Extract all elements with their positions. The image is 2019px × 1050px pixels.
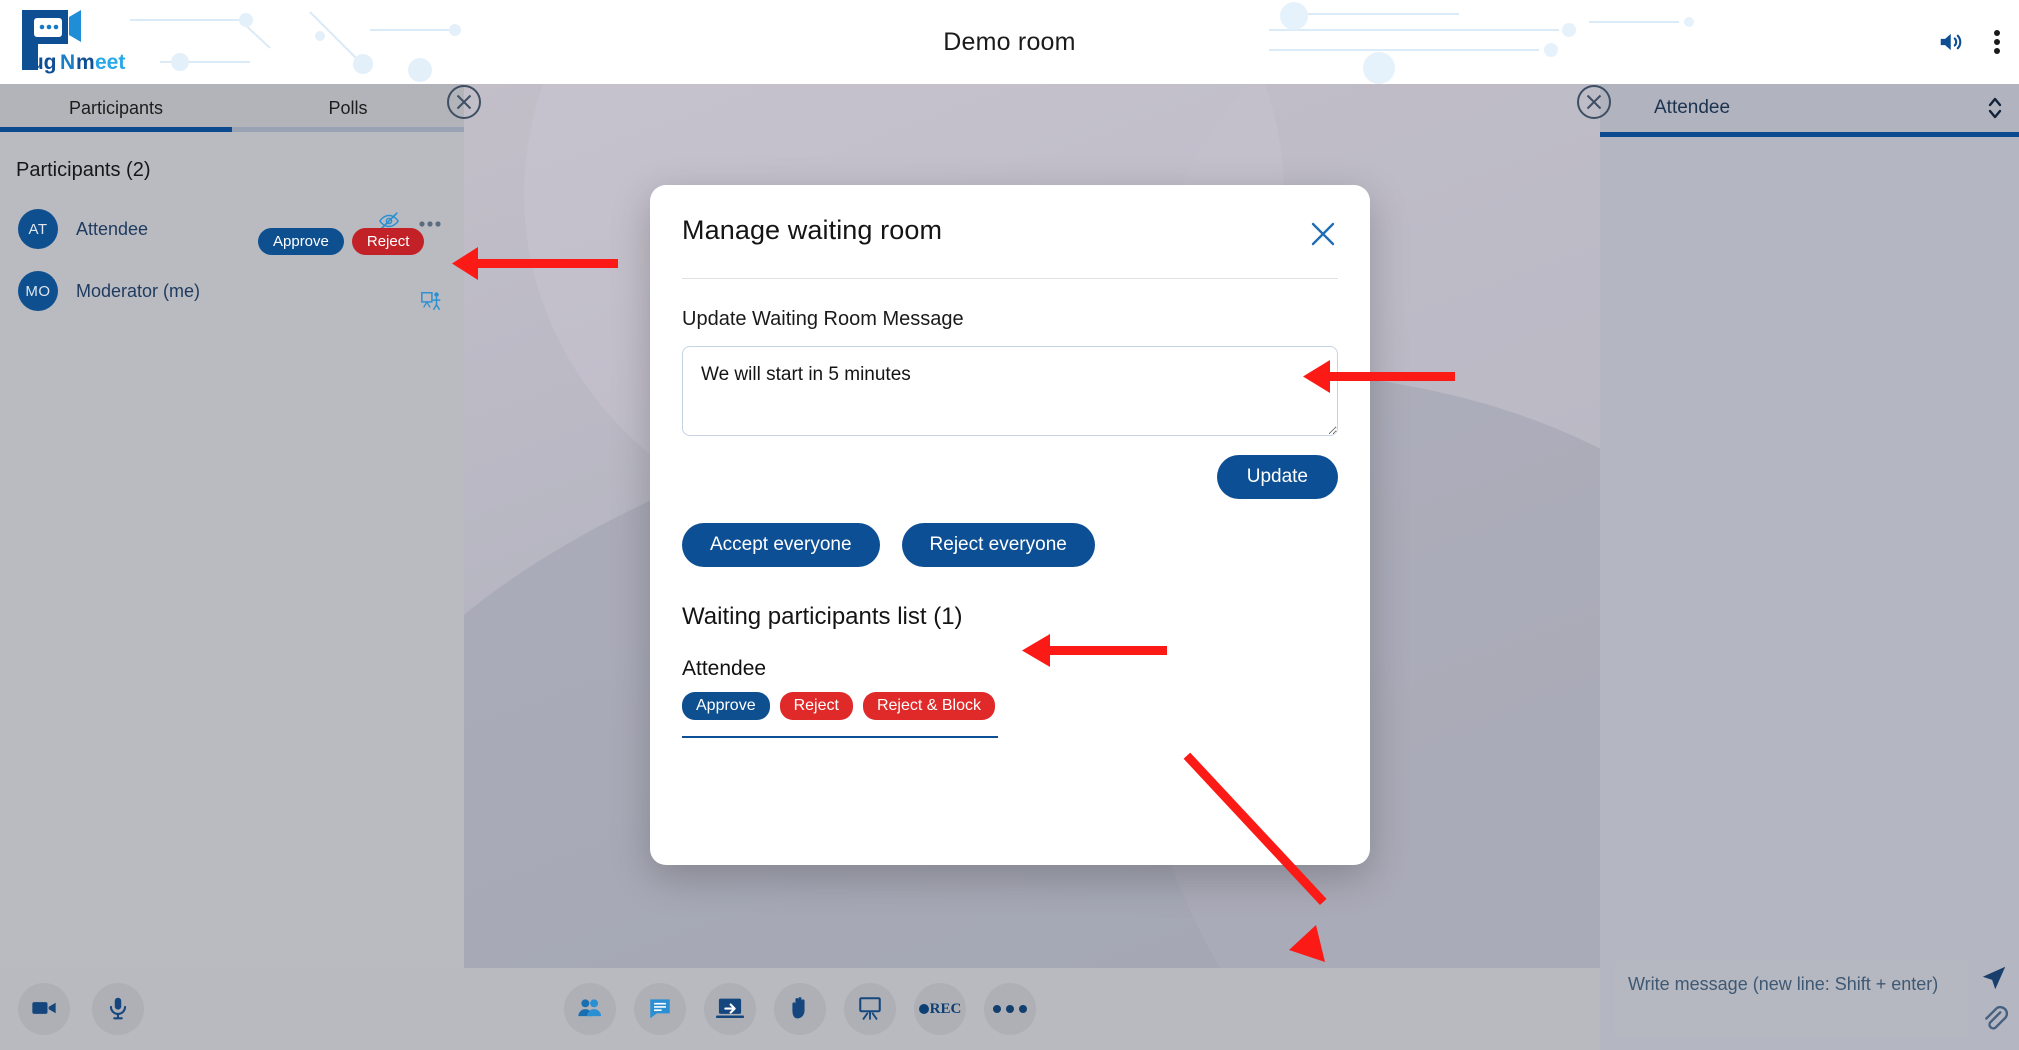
chevron-up-down-icon[interactable]	[1987, 94, 2003, 127]
header-actions	[1937, 0, 2001, 84]
right-side-panel: Attendee	[1600, 84, 2019, 1050]
waiting-reject-block-button[interactable]: Reject & Block	[862, 692, 995, 720]
app-header: lug N m eet Demo room	[0, 0, 2019, 84]
participants-button[interactable]	[564, 983, 616, 1035]
waiting-participant-actions: Approve Reject Reject & Block	[682, 692, 998, 720]
update-message-button[interactable]: Update	[1216, 455, 1338, 499]
room-title: Demo room	[943, 27, 1076, 56]
waiting-room-message-textarea[interactable]	[682, 346, 1338, 436]
right-panel-header: Attendee	[1600, 84, 2019, 132]
raise-hand-button[interactable]	[774, 983, 826, 1035]
bottom-toolbar-center: REC	[0, 983, 1600, 1035]
waiting-participant-name: Attendee	[682, 657, 767, 680]
left-side-panel: Participants Polls Participants (2) AT A…	[0, 84, 464, 968]
manage-waiting-room-modal: Manage waiting room Update Waiting Room …	[650, 185, 1370, 865]
screenshare-button[interactable]	[704, 983, 756, 1035]
volume-icon[interactable]	[1937, 27, 1967, 57]
modal-title: Manage waiting room	[682, 215, 943, 245]
bulk-action-row: Accept everyone Reject everyone	[682, 523, 1338, 567]
participant-name: Moderator (me)	[76, 280, 201, 301]
waiting-item-divider	[682, 736, 998, 738]
right-panel-close-icon[interactable]	[1572, 80, 1616, 129]
update-button-row: Update	[682, 455, 1338, 499]
chat-input[interactable]	[1614, 959, 1969, 1036]
vertical-dots-icon[interactable]	[1993, 27, 2001, 57]
tab-underline-group	[0, 127, 464, 132]
waiting-approve-button[interactable]: Approve	[682, 692, 770, 720]
send-icon[interactable]	[1977, 963, 2011, 993]
participant-row-actions: Approve Reject	[258, 228, 425, 255]
participants-list: AT Attendee Approve Reject MO Moderator …	[0, 182, 464, 318]
record-button[interactable]: REC	[914, 983, 966, 1035]
raise-hand-icon	[787, 995, 813, 1024]
horizontal-dots-icon	[993, 1005, 1027, 1013]
chat-composer	[1600, 945, 2019, 1050]
avatar: AT	[18, 209, 58, 249]
participant-reject-button[interactable]: Reject	[351, 228, 425, 255]
presenter-icon[interactable]	[420, 290, 442, 317]
chat-message-area	[1600, 137, 2019, 927]
modal-divider	[682, 278, 1338, 279]
tab-underline-active	[0, 127, 232, 132]
plugnmeet-conference-window: lug N m eet Demo room Participants Polls…	[0, 0, 2019, 1050]
chat-composer-icons	[1977, 963, 2011, 1033]
participant-name: Attendee	[76, 218, 149, 239]
record-icon: REC	[918, 1001, 961, 1018]
waiting-participants-list: Attendee Approve Reject Reject & Block	[682, 657, 998, 738]
waiting-reject-button[interactable]: Reject	[779, 692, 853, 720]
bottom-toolbar: REC	[0, 968, 1600, 1050]
whiteboard-icon	[857, 995, 883, 1024]
reject-everyone-button[interactable]: Reject everyone	[901, 523, 1095, 567]
waiting-room-message-label: Update Waiting Room Message	[682, 308, 964, 330]
right-panel-tab-label[interactable]: Attendee	[1654, 97, 1730, 119]
left-panel-tabs: Participants Polls	[0, 84, 464, 132]
participants-count-title: Participants (2)	[16, 159, 151, 181]
participant-row-attendee[interactable]: AT Attendee Approve Reject	[0, 202, 464, 256]
tab-underline-idle	[232, 127, 464, 132]
modal-header: Manage waiting room	[682, 215, 1338, 252]
chat-icon	[647, 995, 673, 1024]
tab-participants[interactable]: Participants	[0, 84, 232, 132]
chat-button[interactable]	[634, 983, 686, 1035]
tab-polls[interactable]: Polls	[232, 84, 464, 132]
screenshare-icon	[715, 994, 745, 1025]
waiting-participants-list-title: Waiting participants list (1)	[682, 603, 963, 630]
more-options-button[interactable]	[984, 983, 1036, 1035]
participant-row-moderator[interactable]: MO Moderator (me)	[0, 264, 464, 318]
avatar: MO	[18, 271, 58, 311]
whiteboard-button[interactable]	[844, 983, 896, 1035]
participant-approve-button[interactable]: Approve	[258, 228, 344, 255]
participants-icon	[576, 994, 604, 1025]
paperclip-icon[interactable]	[1977, 1003, 2011, 1033]
left-panel-close-icon[interactable]	[442, 80, 486, 129]
close-icon[interactable]	[1308, 219, 1338, 252]
accept-everyone-button[interactable]: Accept everyone	[682, 523, 880, 567]
